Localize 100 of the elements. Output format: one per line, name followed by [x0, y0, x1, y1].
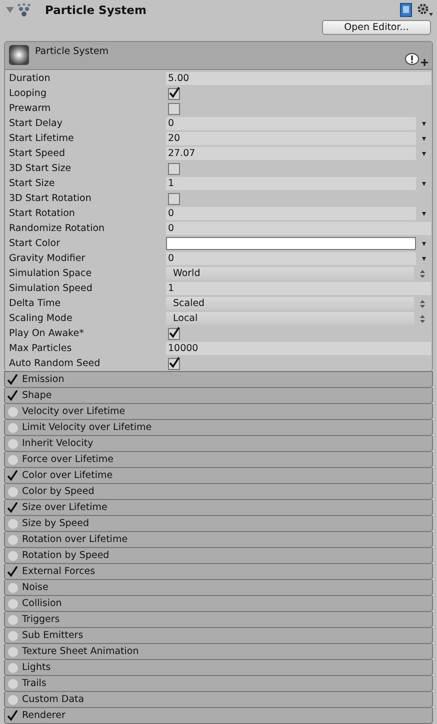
dropdown-arrow-icon[interactable]	[422, 152, 426, 156]
module-toggle[interactable]	[7, 678, 18, 689]
module-header[interactable]: Rotation by Speed	[4, 548, 433, 564]
module-header[interactable]: Velocity over Lifetime	[4, 404, 433, 420]
number-field[interactable]: 1	[166, 177, 416, 190]
up-down-arrows-icon[interactable]	[420, 314, 425, 322]
module-toggle[interactable]	[7, 406, 18, 417]
module-toggle[interactable]	[7, 630, 18, 641]
dropdown-arrow-icon[interactable]	[422, 212, 426, 216]
property-label: 3D Start Rotation	[8, 193, 92, 204]
module-title: Texture Sheet Animation	[22, 646, 139, 657]
module-header[interactable]: Emission	[4, 371, 433, 388]
number-field[interactable]: 1	[166, 282, 431, 295]
module-toggle[interactable]	[7, 646, 18, 657]
number-field[interactable]: 27.07	[166, 147, 416, 160]
particle-preview-icon	[9, 45, 29, 65]
property-label: Start Delay	[8, 118, 64, 129]
module-header[interactable]: Size over Lifetime	[4, 500, 433, 516]
property-label: Start Color	[8, 238, 62, 249]
up-down-arrows-icon[interactable]	[420, 300, 425, 308]
property-label: Looping	[8, 88, 48, 99]
dropdown-arrow-icon[interactable]	[422, 242, 426, 246]
checkbox[interactable]	[168, 358, 180, 370]
warning-bubble-icon[interactable]	[405, 53, 419, 66]
panel-title: Particle System	[35, 45, 110, 57]
property-label: Randomize Rotation	[8, 223, 106, 234]
module-toggle[interactable]	[7, 582, 18, 593]
number-field[interactable]: 5.00	[166, 72, 431, 85]
module-title: External Forces	[22, 566, 96, 577]
module-toggle[interactable]	[7, 614, 18, 625]
color-swatch[interactable]	[166, 237, 416, 250]
checkbox[interactable]	[168, 162, 180, 174]
module-header[interactable]: Sub Emitters	[4, 628, 433, 644]
module-title: Rotation by Speed	[22, 550, 110, 561]
dropdown[interactable]: Scaled	[166, 297, 414, 310]
module-toggle[interactable]	[7, 470, 18, 481]
module-toggle[interactable]	[7, 662, 18, 673]
module-header[interactable]: Size by Speed	[4, 516, 433, 532]
module-header[interactable]: Limit Velocity over Lifetime	[4, 420, 433, 436]
module-title: Size over Lifetime	[22, 502, 108, 513]
number-field[interactable]: 0	[166, 222, 431, 235]
module-toggle[interactable]	[7, 534, 18, 545]
checkbox[interactable]	[168, 102, 180, 114]
module-title: Sub Emitters	[22, 630, 84, 641]
dropdown-arrow-icon[interactable]	[422, 182, 426, 186]
module-header[interactable]: Color over Lifetime	[4, 468, 433, 484]
module-header[interactable]: Lights	[4, 660, 433, 676]
number-field[interactable]: 0	[166, 207, 416, 220]
module-header[interactable]: Rotation over Lifetime	[4, 532, 433, 548]
add-icon[interactable]	[421, 59, 428, 66]
property-label: Start Speed	[8, 148, 66, 159]
module-title: Inherit Velocity	[22, 438, 94, 449]
property-label: Simulation Speed	[8, 283, 94, 294]
settings-icon[interactable]	[417, 3, 433, 17]
module-header[interactable]: Inherit Velocity	[4, 436, 433, 452]
module-toggle[interactable]	[7, 422, 18, 433]
module-header[interactable]: Collision	[4, 596, 433, 612]
dropdown-arrow-icon[interactable]	[422, 136, 426, 140]
property-label: Start Rotation	[8, 208, 76, 219]
module-toggle[interactable]	[7, 486, 18, 497]
open-editor-button[interactable]: Open Editor...	[322, 20, 431, 35]
property-label: Duration	[8, 73, 52, 84]
module-header[interactable]: Trails	[4, 676, 433, 692]
number-field[interactable]: 20	[166, 132, 416, 145]
module-header[interactable]: Renderer	[4, 708, 433, 724]
module-toggle[interactable]	[7, 550, 18, 561]
module-toggle[interactable]	[7, 390, 18, 401]
module-header[interactable]: Custom Data	[4, 692, 433, 708]
module-toggle[interactable]	[7, 710, 18, 721]
module-title: Noise	[22, 582, 48, 593]
module-toggle[interactable]	[7, 566, 18, 577]
module-header[interactable]: Noise	[4, 580, 433, 596]
module-header[interactable]: External Forces	[4, 564, 433, 580]
up-down-arrows-icon[interactable]	[420, 270, 425, 278]
dropdown[interactable]: World	[166, 267, 414, 280]
module-toggle[interactable]	[7, 438, 18, 449]
module-toggle[interactable]	[7, 502, 18, 513]
module-title: Size by Speed	[22, 518, 89, 529]
property-label: Start Size	[8, 178, 56, 189]
dropdown[interactable]: Local	[166, 312, 414, 325]
number-field[interactable]: 0	[166, 252, 416, 265]
dropdown-arrow-icon[interactable]	[422, 122, 426, 126]
module-toggle[interactable]	[7, 518, 18, 529]
module-toggle[interactable]	[7, 598, 18, 609]
checkbox[interactable]	[168, 328, 180, 340]
module-toggle[interactable]	[7, 454, 18, 465]
number-field[interactable]: 10000	[166, 342, 431, 355]
module-header[interactable]: Force over Lifetime	[4, 452, 433, 468]
checkbox[interactable]	[168, 88, 180, 100]
module-header[interactable]: Shape	[4, 388, 433, 404]
module-title: Rotation over Lifetime	[22, 534, 128, 545]
number-field[interactable]: 0	[166, 117, 416, 130]
module-header[interactable]: Triggers	[4, 612, 433, 628]
component-title: Particle System	[45, 3, 148, 17]
module-toggle[interactable]	[7, 374, 18, 385]
module-toggle[interactable]	[7, 694, 18, 705]
checkbox[interactable]	[168, 192, 180, 204]
module-header[interactable]: Color by Speed	[4, 484, 433, 500]
dropdown-arrow-icon[interactable]	[422, 256, 426, 260]
module-header[interactable]: Texture Sheet Animation	[4, 644, 433, 660]
